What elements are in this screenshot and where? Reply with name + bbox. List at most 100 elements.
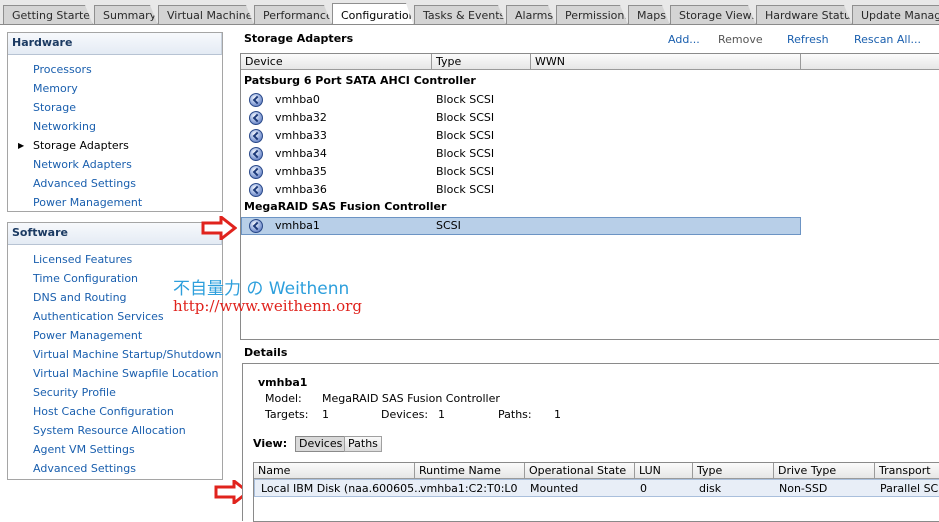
add-button[interactable]: Add... [668,33,700,46]
adapter-row[interactable]: vmhba34 Block SCSI [241,145,801,163]
column-runtime-name[interactable]: Runtime Name [415,463,525,479]
rescan-all-button[interactable]: Rescan All... [854,33,921,46]
adapter-type: Block SCSI [436,165,495,178]
hba-icon [249,165,263,179]
device-row[interactable]: Local IBM Disk (naa.600605... vmhba1:C2:… [254,479,939,497]
column-device[interactable]: Device [241,54,432,70]
hba-icon [249,183,263,197]
red-arrow-icon [201,216,237,240]
hw-storage-adapters[interactable]: Storage Adapters [33,139,129,152]
details-title: Details [244,346,288,359]
sw-power-management[interactable]: Power Management [33,329,142,342]
adapter-row[interactable]: vmhba36 Block SCSI [241,181,801,199]
device-runtime-name: vmhba1:C2:T0:L0 [420,482,518,495]
sw-authentication-services[interactable]: Authentication Services [33,310,164,323]
column-name[interactable]: Name [254,463,415,479]
column-lun[interactable]: LUN [635,463,693,479]
device-operational-state: Mounted [530,482,579,495]
devices-grid: Name Runtime Name Operational State LUN … [253,462,939,522]
hw-networking[interactable]: Networking [33,120,96,133]
tab-label: Alarms [515,9,554,22]
refresh-button[interactable]: Refresh [787,33,829,46]
tab-permissions[interactable]: Permissions [556,5,628,25]
devices-value: 1 [438,408,445,421]
device-transport: Parallel SC [880,482,939,495]
device-lun: 0 [640,482,647,495]
details-adapter-name: vmhba1 [258,376,308,389]
column-transport[interactable]: Transport [875,463,939,479]
sw-licensed-features[interactable]: Licensed Features [33,253,132,266]
tab-label: Storage Views [679,9,758,22]
sw-security-profile[interactable]: Security Profile [33,386,116,399]
adapter-device: vmhba0 [275,93,320,106]
view-paths-button[interactable]: Paths [344,436,382,452]
watermark-title: 不自量力 の Weithenn [173,279,350,299]
details-panel: vmhba1 Model: MegaRAID SAS Fusion Contro… [242,363,939,522]
tab-hardware-status[interactable]: Hardware Status [756,5,852,25]
adapter-row[interactable]: vmhba32 Block SCSI [241,109,801,127]
hba-icon [249,129,263,143]
tab-label: Getting Started [12,9,98,22]
view-label: View: [253,437,288,450]
sw-dns-routing[interactable]: DNS and Routing [33,291,127,304]
adapter-type: Block SCSI [436,111,495,124]
device-drive-type: Non-SSD [779,482,828,495]
group-patsburg: Patsburg 6 Port SATA AHCI Controller [244,74,476,87]
tab-configuration[interactable]: Configuration [332,3,414,25]
hw-memory[interactable]: Memory [33,82,78,95]
tab-update-manager[interactable]: Update Manage [852,5,939,24]
tab-performance[interactable]: Performance [254,5,332,25]
targets-value: 1 [322,408,329,421]
adapter-type: Block SCSI [436,93,495,106]
sw-host-cache-configuration[interactable]: Host Cache Configuration [33,405,174,418]
software-header: Software [8,223,222,245]
tab-label: Update Manage [861,9,939,22]
software-panel: Software Licensed Features Time Configur… [7,222,223,480]
column-type[interactable]: Type [432,54,531,70]
tab-virtual-machines[interactable]: Virtual Machines [158,5,254,25]
tab-alarms[interactable]: Alarms [506,5,556,25]
view-devices-button[interactable]: Devices [295,436,347,452]
column-drive-type[interactable]: Drive Type [774,463,875,479]
adapter-device: vmhba36 [275,183,327,196]
tab-maps[interactable]: Maps [628,5,670,25]
tab-bar: Getting Started Summary Virtual Machines… [0,0,939,25]
tab-label: Permissions [565,9,631,22]
sw-time-configuration[interactable]: Time Configuration [33,272,138,285]
hardware-header: Hardware [8,33,222,55]
sw-agent-vm-settings[interactable]: Agent VM Settings [33,443,135,456]
sw-vm-startup-shutdown[interactable]: Virtual Machine Startup/Shutdown [33,348,221,361]
storage-adapters-title: Storage Adapters [244,32,354,45]
adapter-row[interactable]: vmhba0 Block SCSI [241,91,801,109]
hw-advanced-settings[interactable]: Advanced Settings [33,177,136,190]
tab-summary[interactable]: Summary [94,5,158,25]
sw-advanced-settings[interactable]: Advanced Settings [33,462,136,475]
hw-storage[interactable]: Storage [33,101,76,114]
tab-label: Tasks & Events [423,9,506,22]
column-type[interactable]: Type [693,463,774,479]
tab-tasks-events[interactable]: Tasks & Events [414,5,506,25]
remove-button[interactable]: Remove [718,33,763,46]
group-megaraid: MegaRAID SAS Fusion Controller [244,200,447,213]
hw-power-management[interactable]: Power Management [33,196,142,209]
model-value: MegaRAID SAS Fusion Controller [322,392,500,405]
tab-storage-views[interactable]: Storage Views [670,5,756,25]
adapter-row[interactable]: vmhba35 Block SCSI [241,163,801,181]
selected-arrow-icon: ▶ [18,141,25,150]
tab-getting-started[interactable]: Getting Started [3,5,93,25]
hw-network-adapters[interactable]: Network Adapters [33,158,132,171]
device-type: disk [699,482,722,495]
column-wwn[interactable]: WWN [531,54,801,70]
adapter-row[interactable]: vmhba33 Block SCSI [241,127,801,145]
column-operational-state[interactable]: Operational State [525,463,635,479]
tab-label: Hardware Status [765,9,857,22]
hba-icon [249,111,263,125]
paths-value: 1 [554,408,561,421]
sw-system-resource-allocation[interactable]: System Resource Allocation [33,424,186,437]
adapter-device: vmhba34 [275,147,327,160]
sw-vm-swapfile-location[interactable]: Virtual Machine Swapfile Location [33,367,218,380]
adapter-type: SCSI [436,219,461,232]
hw-processors[interactable]: Processors [33,63,92,76]
adapter-device: vmhba35 [275,165,327,178]
adapter-row-selected[interactable]: vmhba1 SCSI [241,217,801,235]
